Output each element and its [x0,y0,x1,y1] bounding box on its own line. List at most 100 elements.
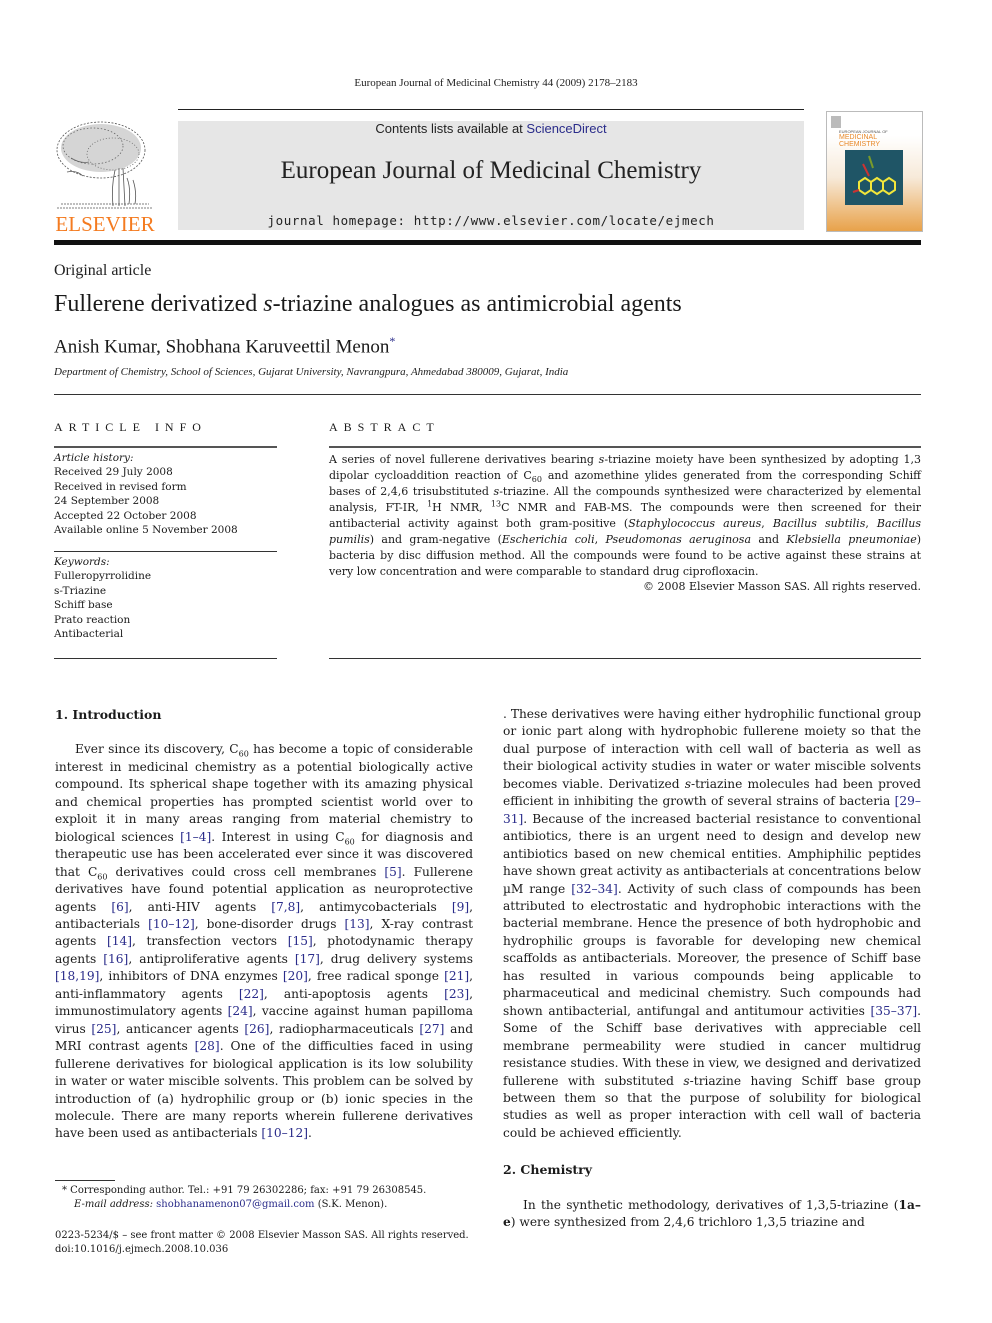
divider [54,551,277,552]
section-heading-introduction: 1. Introduction [55,707,162,722]
citation-link[interactable]: [10–12] [261,1126,308,1140]
divider [54,658,277,659]
header-thick-rule [54,240,921,245]
divider [54,446,277,448]
text-run: , [594,533,606,546]
intro-paragraph-continued: . These derivatives were having either h… [503,706,921,1142]
text-run: , anti-HIV agents [128,899,272,914]
keyword-item: Antibacterial [54,628,124,641]
footnote-contact: Corresponding author. Tel.: +91 79 26302… [67,1185,427,1196]
cover-molecule-image [845,150,903,205]
section-heading-chemistry: 2. Chemistry [503,1162,593,1178]
text-run: derivatives could cross cell membranes [107,864,385,879]
text-run: Ever since its discovery, C [75,742,239,757]
authors-text: Anish Kumar, Shobhana Karuveettil Menon [54,336,390,358]
article-type: Original article [54,262,152,279]
citation-link[interactable]: [32–34] [571,882,618,896]
citation-link[interactable]: [23] [444,987,469,1001]
author-email-link[interactable]: shobhanamenon07@gmail.com [156,1199,314,1210]
text-run: , [761,517,773,530]
text-run: In the synthetic methodology, derivative… [523,1197,899,1212]
citation-link[interactable]: [18,19] [55,969,99,983]
journal-homepage-link[interactable]: journal homepage: http://www.elsevier.co… [178,213,804,228]
body-left-column: 1. Introduction Ever since its discovery… [55,706,473,1143]
citation-link[interactable]: [21] [444,969,469,983]
abstract-text: A series of novel fullerene derivatives … [329,452,921,580]
chemistry-paragraph: In the synthetic methodology, derivative… [503,1197,921,1232]
citation-link[interactable]: [35–37] [871,1004,918,1018]
citation-link[interactable]: [27] [419,1022,444,1036]
journal-title: European Journal of Medicinal Chemistry [280,157,702,184]
citation-link[interactable]: [20] [283,969,308,983]
text-run: 13 [490,499,502,509]
text-run: , [865,517,877,530]
title-text: Fullerene derivatized [54,291,264,317]
keywords-label: Keywords: [54,556,110,568]
text-run: , anticancer agents [116,1021,245,1036]
contents-line: Contents lists available at ScienceDirec… [178,121,804,136]
text-run: 60 [531,475,542,485]
history-label: Article history: [54,452,134,464]
citation-link[interactable]: [9] [452,900,469,914]
doi-link[interactable]: doi:10.1016/j.ejmech.2008.10.036 [55,1243,485,1257]
text-run: H NMR, [432,501,491,514]
citation-link[interactable]: [5] [384,865,401,879]
divider [329,658,921,659]
article-title: Fullerene derivatized s-triazine analogu… [54,291,682,318]
history-item: Received in revised form [54,480,187,493]
title-italic: s [263,291,273,317]
elsevier-wordmark: ELSEVIER [55,212,155,236]
text-run: , radiopharmaceuticals [269,1021,420,1036]
citation-link[interactable]: [6] [111,900,128,914]
text-run: . Interest in using C [211,829,345,844]
footnote-rule [55,1180,115,1181]
text-run: , antiproliferative agents [128,951,295,966]
sciencedirect-link[interactable]: ScienceDirect [526,121,606,136]
text-run: 60 [97,872,108,882]
keyword-item: Prato reaction [54,613,131,626]
text-run: ) were synthesized from 2,4,6 trichloro … [510,1215,865,1230]
divider [329,446,921,448]
header-rule [178,109,804,110]
history-item: Accepted 22 October 2008 [54,509,197,522]
title-text: -triazine analogues as antimicrobial age… [272,291,682,317]
history-item: Available online 5 November 2008 [54,524,238,537]
citation-link[interactable]: [26] [244,1022,269,1036]
keyword-item: Schiff base [54,599,113,612]
keyword-item: s-Triazine [54,584,107,597]
citation-link[interactable]: [1–4] [180,830,211,844]
contents-prefix: Contents lists available at [375,121,527,136]
text-run: A series of novel fullerene derivatives … [329,453,599,466]
corresponding-author-mark[interactable]: * [389,334,395,348]
email-suffix: (S.K. Menon). [314,1199,388,1210]
citation-link[interactable]: [25] [91,1022,116,1036]
citation-link[interactable]: [24] [228,1004,253,1018]
keywords: Keywords: Fulleropyrrolidine s-Triazine … [54,555,277,641]
text-run: Staphylococcus aureus [628,517,762,530]
text-run: , anti-apoptosis agents [263,986,445,1001]
text-run: , antimycobacterials [300,899,452,914]
text-run: . [307,1126,312,1141]
divider [54,394,921,395]
abstract-copyright: © 2008 Elsevier Masson SAS. All rights r… [642,580,921,593]
corresponding-author-footnote: * Corresponding author. Tel.: +91 79 263… [62,1184,482,1212]
abstract-heading: ABSTRACT [329,420,440,434]
citation-link[interactable]: [17] [295,952,320,966]
journal-reference: European Journal of Medicinal Chemistry … [354,77,638,89]
history-item: 24 September 2008 [54,495,160,508]
journal-cover-thumbnail[interactable]: EUROPEAN JOURNAL OF MEDICINAL CHEMISTRY [826,111,923,232]
text-run: 60 [238,749,249,759]
email-label: E-mail address: [74,1199,157,1210]
citation-link[interactable]: [22] [239,987,264,1001]
citation-link[interactable]: [16] [103,952,128,966]
citation-link[interactable]: [10–12] [148,917,195,931]
citation-link[interactable]: [28] [195,1039,220,1053]
text-run: and [751,533,787,546]
citation-link[interactable]: [7,8] [271,900,300,914]
text-run: Bacillus subtilis [772,517,866,530]
article-history: Article history: Received 29 July 2008 R… [54,451,277,537]
citation-link[interactable]: [15] [288,934,313,948]
citation-link[interactable]: [13] [345,917,370,931]
citation-link[interactable]: [14] [107,934,132,948]
text-run: , free radical sponge [307,969,445,984]
